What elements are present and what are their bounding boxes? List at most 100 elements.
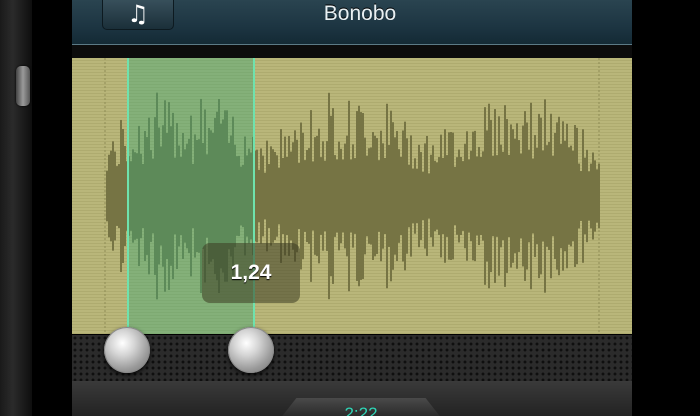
waveform-area[interactable]: 1,24 bbox=[72, 58, 632, 334]
waveform-bar bbox=[572, 150, 574, 242]
waveform-bar bbox=[272, 149, 274, 243]
waveform-bar bbox=[454, 166, 456, 226]
waveform-bar bbox=[582, 129, 584, 263]
waveform-bar bbox=[594, 160, 596, 232]
waveform-bar bbox=[578, 163, 580, 229]
waveform-bar bbox=[120, 119, 122, 273]
waveform-bar bbox=[406, 138, 408, 254]
waveform-bar bbox=[556, 122, 558, 270]
waveform-bar bbox=[338, 141, 340, 251]
waveform-bar bbox=[308, 148, 310, 244]
waveform-bar bbox=[598, 163, 600, 229]
waveform-bar bbox=[446, 155, 448, 237]
device-bezel-left bbox=[32, 0, 72, 416]
waveform-bar bbox=[458, 149, 460, 243]
waveform-bar bbox=[538, 113, 540, 279]
waveform-bar bbox=[316, 135, 318, 257]
waveform-bar bbox=[452, 132, 454, 260]
waveform-bar bbox=[354, 158, 356, 234]
waveform-bar bbox=[326, 141, 328, 251]
waveform-bar bbox=[122, 129, 124, 263]
waveform-bar bbox=[304, 160, 306, 232]
waveform-bar bbox=[318, 128, 320, 264]
waveform-bar bbox=[400, 156, 402, 236]
waveform-bar bbox=[112, 141, 114, 251]
waveform-bar bbox=[270, 146, 272, 246]
device-side-button bbox=[16, 66, 30, 106]
waveform-bar bbox=[108, 154, 110, 238]
waveform-bar bbox=[558, 116, 560, 276]
waveform-bar bbox=[410, 135, 412, 257]
waveform-bar bbox=[116, 166, 118, 226]
waveform-bar bbox=[374, 135, 376, 257]
waveform-bar bbox=[260, 148, 262, 244]
waveform-bar bbox=[438, 157, 440, 235]
waveform-bar bbox=[348, 100, 350, 292]
waveform-bar bbox=[288, 136, 290, 256]
waveform-bar bbox=[390, 110, 392, 282]
waveform-bar bbox=[388, 145, 390, 247]
waveform-bar bbox=[302, 132, 304, 260]
waveform-bar bbox=[494, 109, 496, 283]
waveform-bar bbox=[378, 160, 380, 232]
waveform-bar bbox=[450, 132, 452, 260]
waveform-bar bbox=[296, 139, 298, 253]
waveform-bar bbox=[334, 155, 336, 237]
waveform-bar bbox=[470, 150, 472, 242]
waveform-bar bbox=[416, 168, 418, 224]
waveform-bar bbox=[502, 151, 504, 241]
waveform-bar bbox=[352, 144, 354, 248]
waveform-bar bbox=[298, 162, 300, 230]
waveform-bar bbox=[468, 159, 470, 233]
waveform-bar bbox=[386, 103, 388, 289]
waveform-bar bbox=[408, 164, 410, 228]
waveform-bar bbox=[464, 143, 466, 249]
waveform-bar bbox=[488, 103, 490, 289]
waveform-bar bbox=[414, 158, 416, 234]
trim-end-knob[interactable] bbox=[228, 327, 274, 373]
waveform-bar bbox=[536, 147, 538, 245]
waveform-bar bbox=[580, 171, 582, 221]
waveform-bar bbox=[424, 143, 426, 249]
waveform-bar bbox=[542, 150, 544, 242]
waveform-bar bbox=[490, 119, 492, 273]
waveform-bar bbox=[346, 135, 348, 257]
selection-value-tooltip: 1,24 bbox=[202, 243, 300, 303]
waveform-bar bbox=[472, 131, 474, 261]
waveform-bar bbox=[498, 116, 500, 276]
waveform-bar bbox=[534, 135, 536, 257]
device-frame: ♫ Bonobo 1,24 2:22 bbox=[0, 0, 700, 416]
waveform-bar bbox=[392, 122, 394, 270]
waveform-bar bbox=[466, 131, 468, 261]
waveform-bar bbox=[512, 129, 514, 263]
waveform-bar bbox=[570, 145, 572, 247]
waveform-bar bbox=[278, 167, 280, 225]
time-display: 2:22 bbox=[344, 404, 378, 416]
waveform-bar bbox=[486, 130, 488, 262]
waveform-bar bbox=[530, 102, 532, 290]
app-screen: ♫ Bonobo 1,24 2:22 bbox=[72, 0, 632, 416]
waveform-bar bbox=[350, 159, 352, 233]
waveform-bar bbox=[442, 157, 444, 235]
waveform-bar bbox=[310, 110, 312, 282]
waveform-bar bbox=[402, 130, 404, 262]
waveform-bar bbox=[460, 157, 462, 235]
waveform-bar bbox=[508, 154, 510, 238]
waveform-bar bbox=[514, 138, 516, 254]
waveform-bar bbox=[372, 132, 374, 260]
waveform-bar bbox=[312, 161, 314, 231]
waveform-bar bbox=[586, 149, 588, 243]
waveform-bar bbox=[428, 173, 430, 219]
waveform-bar bbox=[322, 141, 324, 251]
waveform-bar bbox=[510, 124, 512, 268]
trim-start-knob[interactable] bbox=[104, 327, 150, 373]
waveform-bar bbox=[324, 160, 326, 232]
header-divider bbox=[72, 45, 632, 58]
waveform-bar bbox=[342, 159, 344, 233]
waveform-bar bbox=[592, 152, 594, 240]
waveform-bar bbox=[114, 151, 116, 241]
music-library-button[interactable]: ♫ bbox=[102, 0, 174, 30]
trim-slider-track[interactable] bbox=[72, 334, 632, 382]
device-bezel-right bbox=[632, 0, 700, 416]
waveform-bar bbox=[268, 164, 270, 228]
